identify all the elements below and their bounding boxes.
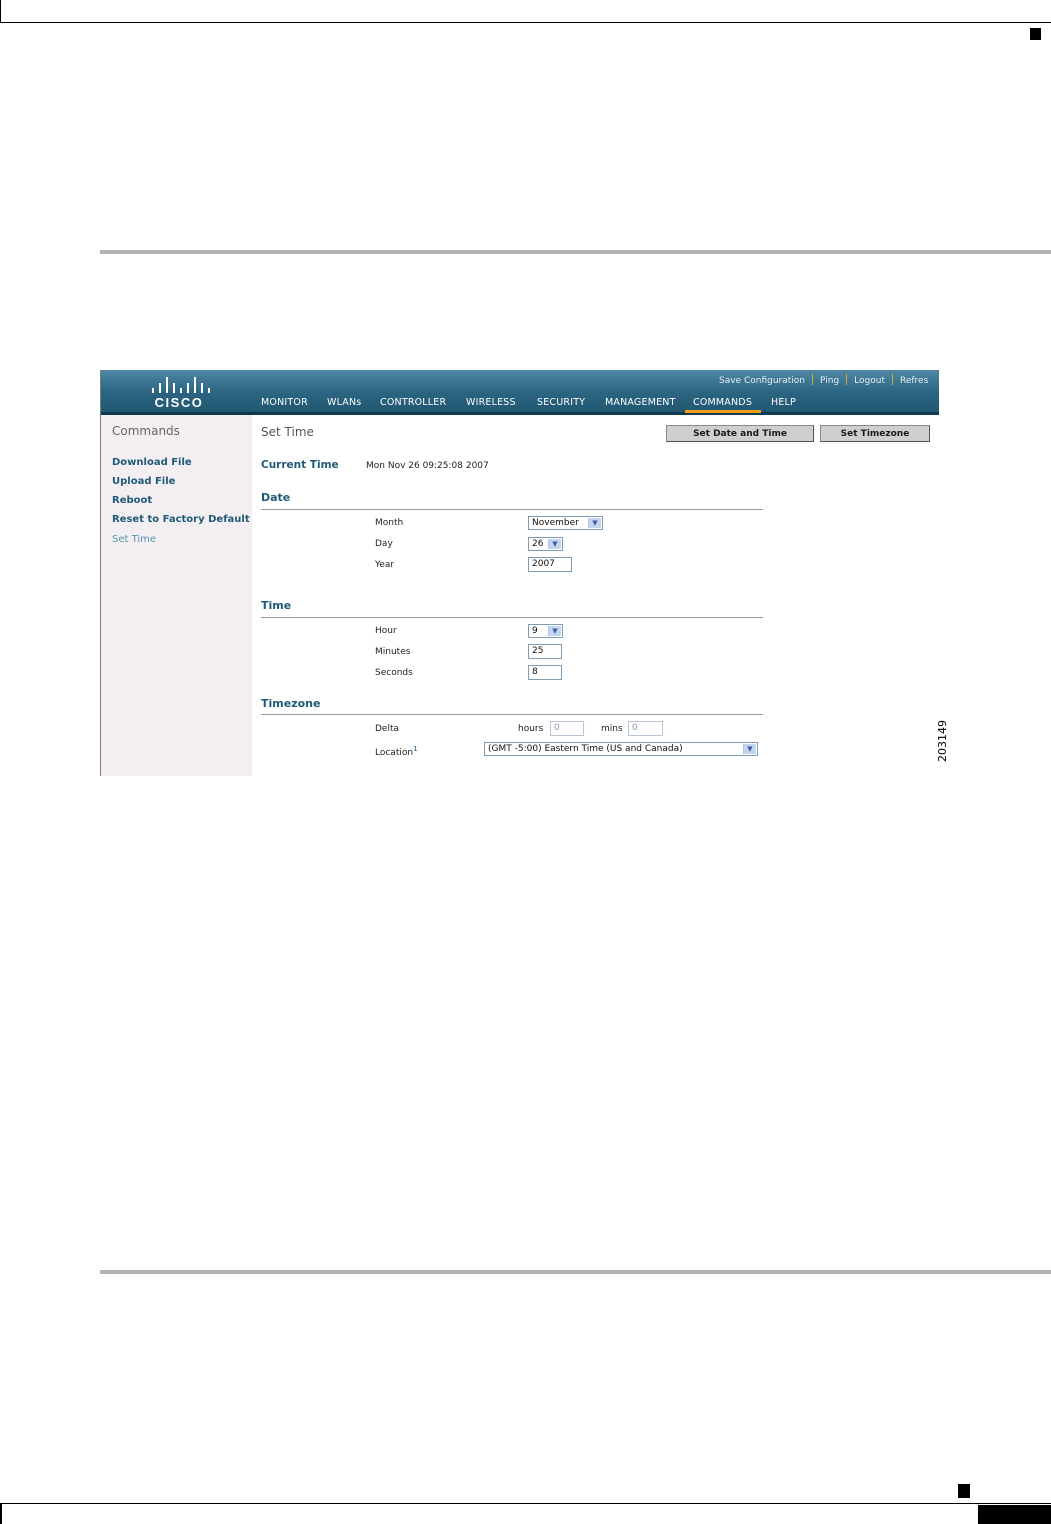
seconds-label: Seconds (375, 668, 413, 678)
timezone-divider (261, 714, 763, 715)
page-bottom-tick (0, 1503, 2, 1524)
time-heading: Time (261, 599, 292, 612)
refresh-link[interactable]: Refres (900, 376, 928, 386)
location-value: (GMT -5:00) Eastern Time (US and Canada) (488, 744, 683, 754)
sidebar-item-reset-factory-default[interactable]: Reset to Factory Default (112, 514, 250, 525)
set-time-panel: Set Time Set Date and Time Set Timezone … (252, 415, 939, 776)
location-label: Location1 (375, 745, 418, 758)
figure-number: 203149 (936, 720, 949, 762)
sidebar-title: Commands (112, 424, 180, 438)
day-value: 26 (532, 539, 544, 549)
hour-label: Hour (375, 626, 397, 636)
nav-controller[interactable]: CONTROLLER (380, 397, 446, 413)
ping-link[interactable]: Ping (820, 376, 839, 386)
page-title: Set Time (261, 425, 314, 439)
page-top-tick (0, 0, 1, 22)
nav-commands[interactable]: COMMANDS (685, 397, 761, 413)
chevron-down-icon: ▼ (743, 744, 756, 754)
mins-label: mins (601, 724, 623, 734)
year-label: Year (375, 560, 395, 570)
delta-label: Delta (375, 724, 400, 734)
cisco-bars-icon (150, 377, 210, 393)
nav-wlans[interactable]: WLANs (327, 397, 361, 413)
logout-link[interactable]: Logout (854, 376, 885, 386)
chevron-down-icon: ▼ (548, 626, 561, 636)
commands-sidebar: Commands Download File Upload File Reboo… (101, 415, 252, 776)
month-select[interactable]: November ▼ (528, 516, 603, 530)
location-select[interactable]: (GMT -5:00) Eastern Time (US and Canada)… (484, 742, 758, 756)
sidebar-item-upload-file[interactable]: Upload File (112, 476, 175, 487)
month-label: Month (375, 518, 404, 528)
hour-value: 9 (532, 626, 538, 636)
sidebar-item-reboot[interactable]: Reboot (112, 495, 152, 506)
date-divider (261, 509, 763, 510)
cisco-logo: CISCO (145, 375, 213, 411)
date-heading: Date (261, 491, 291, 504)
link-separator (812, 374, 813, 385)
nav-monitor[interactable]: MONITOR (261, 397, 308, 413)
timezone-heading: Timezone (261, 697, 321, 710)
nav-security[interactable]: SECURITY (537, 397, 585, 413)
page-corner-mark (1030, 28, 1041, 40)
set-timezone-button[interactable]: Set Timezone (820, 425, 930, 442)
time-divider (261, 617, 763, 618)
top-links: Save Configuration Ping Logout Refres (719, 374, 928, 388)
seconds-input[interactable]: 8 (528, 665, 562, 680)
location-footnote-link[interactable]: 1 (413, 745, 417, 753)
page-footer-block (978, 1505, 1051, 1524)
day-label: Day (375, 539, 393, 549)
minutes-input[interactable]: 25 (528, 644, 562, 659)
page-top-rule (0, 22, 1051, 23)
save-configuration-link[interactable]: Save Configuration (719, 376, 805, 386)
year-input[interactable]: 2007 (528, 557, 572, 572)
page-bottom-rule (0, 1503, 1051, 1504)
chevron-down-icon: ▼ (548, 539, 561, 549)
chevron-down-icon: ▼ (588, 518, 601, 528)
current-time-value: Mon Nov 26 09:25:08 2007 (366, 461, 489, 471)
month-value: November (532, 518, 579, 528)
link-separator (891, 374, 893, 385)
nav-help[interactable]: HELP (771, 397, 796, 413)
minutes-label: Minutes (375, 647, 411, 657)
hours-label: hours (518, 724, 544, 734)
current-time-label: Current Time (261, 459, 339, 471)
section-divider-top (100, 250, 1051, 254)
controller-gui-screenshot: CISCO Save Configuration Ping Logout Refres… (100, 370, 939, 776)
cisco-wordmark: CISCO (154, 395, 204, 410)
delta-hours-input[interactable]: 0 (550, 721, 584, 736)
sidebar-item-set-time[interactable]: Set Time (112, 534, 156, 545)
link-separator (846, 374, 848, 385)
sidebar-item-download-file[interactable]: Download File (112, 457, 192, 468)
nav-wireless[interactable]: WIRELESS (466, 397, 516, 413)
set-date-time-button[interactable]: Set Date and Time (666, 425, 814, 442)
nav-management[interactable]: MANAGEMENT (605, 397, 676, 413)
delta-mins-input[interactable]: 0 (628, 721, 663, 736)
day-select[interactable]: 26 ▼ (528, 537, 563, 551)
page-number-mark (958, 1484, 970, 1498)
location-label-text: Location (375, 748, 414, 758)
section-divider-bottom (100, 1270, 1051, 1274)
hour-select[interactable]: 9 ▼ (528, 624, 563, 638)
